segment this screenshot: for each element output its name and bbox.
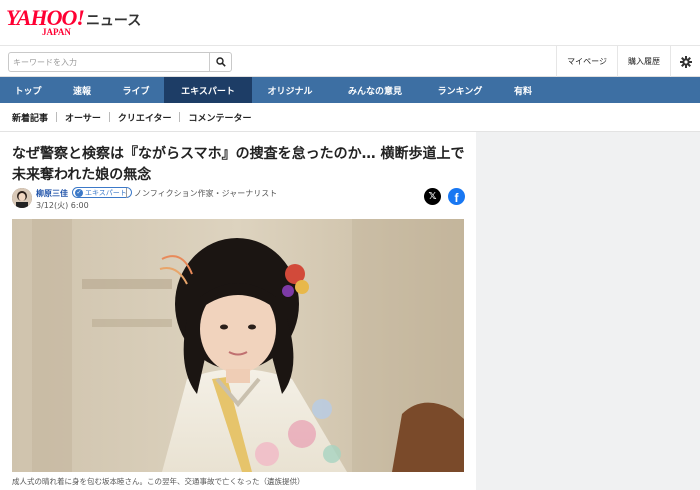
nav-expert[interactable]: エキスパート <box>164 77 252 103</box>
expert-badge-label: エキスパート <box>85 188 127 197</box>
nav-ranking[interactable]: ランキング <box>422 77 498 103</box>
photo-caption: 成人式の晴れ着に身を包む坂本睦さん。この翌年、交通事故で亡くなった（遺族提供） <box>12 477 305 486</box>
logo-wordmark: YAHOO! <box>6 5 85 30</box>
facebook-icon: f <box>454 191 459 205</box>
search-input[interactable] <box>13 54 208 70</box>
header-right-links: マイページ 購入履歴 <box>556 46 700 77</box>
settings-button[interactable] <box>670 46 700 77</box>
nav-breaking[interactable]: 速報 <box>56 77 108 103</box>
subnav-creators[interactable]: クリエイター <box>118 111 180 124</box>
main-nav: トップ 速報 ライブ エキスパート オリジナル みんなの意見 ランキング 有料 <box>0 77 700 103</box>
share-x-button[interactable]: 𝕏 <box>424 188 441 205</box>
author-description: ノンフィクション作家・ジャーナリスト <box>134 189 278 198</box>
purchase-history-link[interactable]: 購入履歴 <box>617 46 670 77</box>
article-panel: なぜ警察と検察は『ながらスマホ』の捜査を怠ったのか… 横断歩道上で未来奪われた娘… <box>0 132 476 490</box>
subnav-divider <box>108 112 110 122</box>
avatar-image <box>12 188 32 208</box>
header-bar: YAHOO! JAPAN ニュース <box>0 0 700 45</box>
subnav-divider <box>56 112 58 122</box>
nav-original[interactable]: オリジナル <box>252 77 328 103</box>
author-avatar[interactable] <box>12 188 32 208</box>
search-box <box>8 52 232 72</box>
article-title: なぜ警察と検察は『ながらスマホ』の捜査を怠ったのか… 横断歩道上で未来奪われた娘… <box>12 146 465 183</box>
sidebar <box>480 132 700 490</box>
nav-live[interactable]: ライブ <box>108 77 164 103</box>
subnav-new-articles[interactable]: 新着記事 <box>12 111 56 124</box>
yahoo-japan-news-logo[interactable]: YAHOO! JAPAN ニュース <box>6 5 142 38</box>
nav-paid[interactable]: 有料 <box>498 77 548 103</box>
author-name[interactable]: 柳原三佳 <box>36 188 68 199</box>
share-facebook-button[interactable]: f <box>448 188 465 205</box>
subnav-commentators[interactable]: コメンテーター <box>188 111 259 124</box>
author-divider <box>126 188 127 198</box>
article-photo <box>12 219 464 472</box>
publish-date: 3/12(火) 6:00 <box>36 201 89 210</box>
subnav-divider <box>179 112 181 122</box>
x-icon: 𝕏 <box>428 191 437 202</box>
search-icon <box>215 57 226 67</box>
photo-image <box>12 219 464 472</box>
nav-opinions[interactable]: みんなの意見 <box>328 77 422 103</box>
check-icon: ✓ <box>75 188 83 197</box>
logo-news-text: ニュース <box>85 13 142 29</box>
expert-badge: ✓ エキスパート <box>72 187 132 198</box>
search-button[interactable] <box>209 53 231 71</box>
author-row: 柳原三佳 ✓ エキスパート ノンフィクション作家・ジャーナリスト 3/12(火)… <box>12 187 467 214</box>
subnav-authors[interactable]: オーサー <box>65 111 109 124</box>
search-bar: マイページ 購入履歴 <box>0 45 700 77</box>
sub-nav: 新着記事 オーサー クリエイター コメンテーター <box>0 103 700 132</box>
logo-japan: JAPAN <box>42 27 71 37</box>
mypage-link[interactable]: マイページ <box>556 46 617 77</box>
gear-icon <box>679 55 692 68</box>
nav-top[interactable]: トップ <box>0 77 56 103</box>
